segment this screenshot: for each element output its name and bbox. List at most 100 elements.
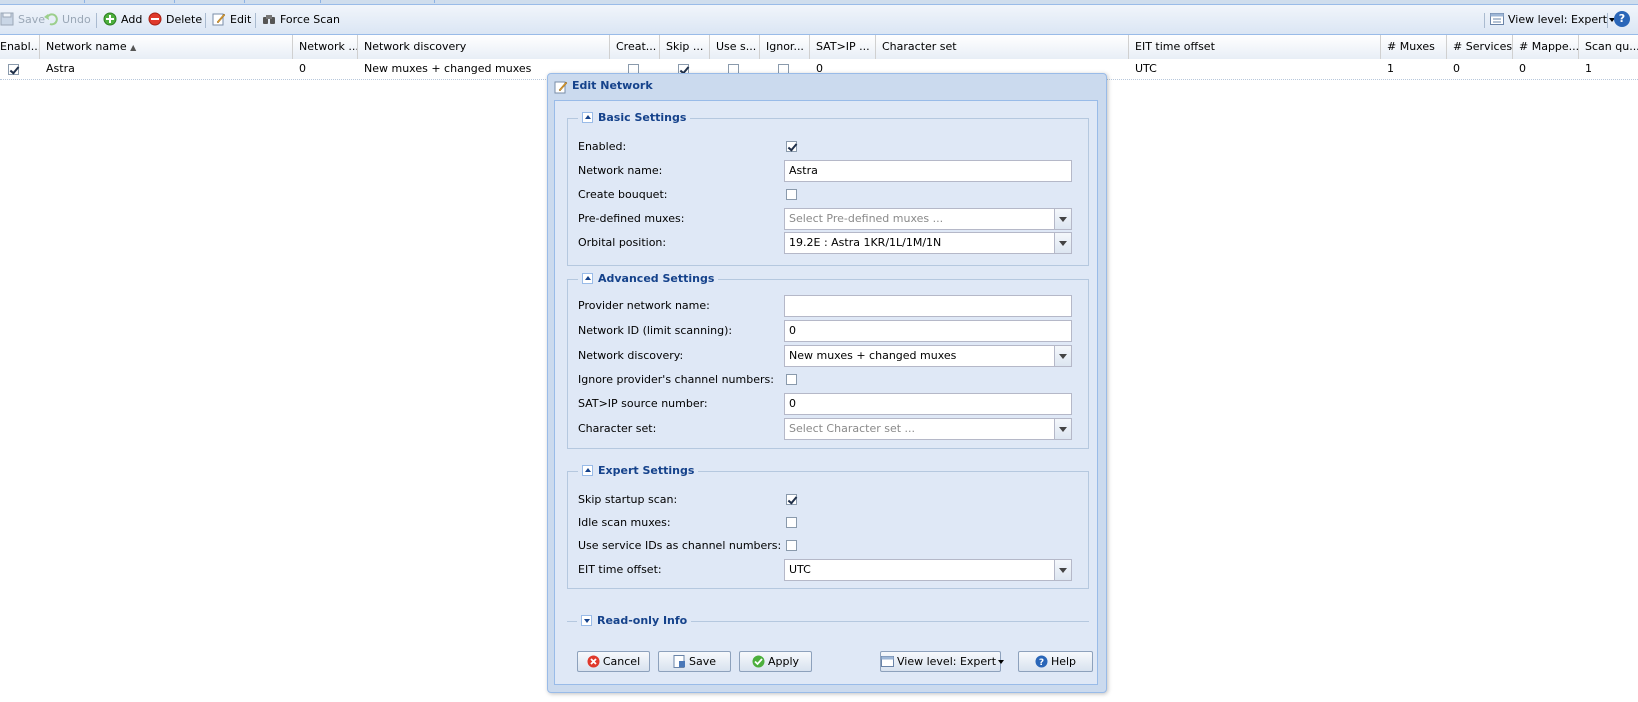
tab[interactable] <box>174 0 245 3</box>
help-icon: ? <box>1035 655 1048 668</box>
undo-button[interactable]: Undo <box>44 12 91 28</box>
chevron-down-icon[interactable] <box>1054 560 1071 580</box>
edit-button[interactable]: Edit <box>212 12 251 28</box>
column-header-ignore[interactable]: Ignor... <box>760 35 810 59</box>
column-header-scan-queue[interactable]: Scan qu... <box>1579 35 1638 59</box>
use-service-ids-row: Use service IDs as channel numbers: <box>578 535 1078 557</box>
network-id-field[interactable]: 0 <box>784 320 1072 342</box>
ignore-channel-numbers-checkbox[interactable] <box>786 374 797 385</box>
dialog-body: Basic Settings Enabled: Network name: As… <box>554 100 1098 685</box>
column-header-network-name[interactable]: Network name ▲ <box>40 35 293 59</box>
save-icon <box>0 12 14 26</box>
network-id-label: Network ID (limit scanning): <box>578 324 733 337</box>
tab[interactable] <box>0 0 85 3</box>
chevron-down-icon[interactable] <box>1054 233 1071 253</box>
column-header-mapped[interactable]: # Mappe... <box>1513 35 1579 59</box>
dialog-title: Edit Network <box>572 79 653 92</box>
sort-ascending-icon: ▲ <box>130 43 137 52</box>
orbital-position-label: Orbital position: <box>578 236 667 249</box>
collapse-icon[interactable] <box>582 272 593 284</box>
advanced-settings-legend[interactable]: Advanced Settings <box>578 271 719 287</box>
skip-startup-scan-row: Skip startup scan: <box>578 489 1078 511</box>
dialog-title-bar[interactable]: Edit Network <box>548 74 1106 98</box>
cancel-button[interactable]: Cancel <box>577 651 650 672</box>
row-services: 0 <box>1453 62 1460 75</box>
eit-time-offset-row: EIT time offset: UTC <box>578 559 1078 581</box>
column-header-create-bouquet[interactable]: Creat... <box>610 35 660 59</box>
predefined-muxes-select[interactable]: Select Pre-defined muxes ... <box>784 208 1072 230</box>
row-enabled-checkbox[interactable] <box>8 59 28 79</box>
column-header-eit-offset[interactable]: EIT time offset <box>1129 35 1381 59</box>
skip-startup-scan-label: Skip startup scan: <box>578 493 678 506</box>
use-service-ids-checkbox[interactable] <box>786 540 797 551</box>
toolbar-separator <box>1484 13 1485 28</box>
tab[interactable] <box>320 0 435 3</box>
view-level-button[interactable]: View level: Expert <box>880 651 1005 672</box>
column-header-satip[interactable]: SAT>IP ... <box>810 35 876 59</box>
save-button[interactable]: Save <box>658 651 731 672</box>
collapse-icon[interactable] <box>582 111 593 123</box>
column-header-skip-startup[interactable]: Skip ... <box>660 35 710 59</box>
grid-header: Enabl... Network name ▲ Network ... Netw… <box>0 35 1638 60</box>
expand-icon[interactable] <box>581 614 592 626</box>
row-mapped: 0 <box>1519 62 1526 75</box>
character-set-select[interactable]: Select Character set ... <box>784 418 1072 440</box>
view-level-button[interactable]: View level: Expert <box>1490 12 1616 28</box>
row-scan-queue: 1 <box>1585 62 1592 75</box>
column-header-enabled[interactable]: Enabl... <box>0 35 40 59</box>
skip-startup-scan-checkbox[interactable] <box>786 494 797 505</box>
chevron-down-icon[interactable] <box>1054 209 1071 229</box>
toolbar-separator <box>96 13 97 28</box>
column-header-character-set[interactable]: Character set <box>876 35 1129 59</box>
delete-button[interactable]: Delete <box>148 12 202 28</box>
help-button[interactable]: ? <box>1614 11 1630 27</box>
apply-button[interactable]: Apply <box>739 651 812 672</box>
help-icon: ? <box>1614 11 1630 27</box>
character-set-row: Character set: Select Character set ... <box>578 418 1078 440</box>
column-header-services[interactable]: # Services <box>1447 35 1513 59</box>
add-button[interactable]: Add <box>103 12 142 28</box>
help-button[interactable]: ? Help <box>1018 651 1093 672</box>
tab[interactable] <box>84 0 175 3</box>
provider-network-name-field[interactable] <box>784 295 1072 317</box>
force-scan-button[interactable]: Force Scan <box>262 12 340 28</box>
column-header-use-sid[interactable]: Use s... <box>710 35 760 59</box>
tab[interactable] <box>244 0 321 3</box>
chevron-down-icon[interactable] <box>1054 419 1071 439</box>
network-name-row: Network name: Astra <box>578 160 1078 182</box>
network-discovery-row: Network discovery: New muxes + changed m… <box>578 345 1078 367</box>
add-icon <box>103 12 117 26</box>
row-muxes: 1 <box>1387 62 1394 75</box>
satip-source-field[interactable]: 0 <box>784 393 1072 415</box>
satip-source-row: SAT>IP source number: 0 <box>578 393 1078 415</box>
grid-toolbar: Save Undo Add Delete Edit Force Scan Vie… <box>0 5 1638 35</box>
collapse-icon[interactable] <box>582 464 593 476</box>
predefined-muxes-row: Pre-defined muxes: Select Pre-defined mu… <box>578 208 1078 230</box>
idle-scan-muxes-label: Idle scan muxes: <box>578 516 671 529</box>
chevron-down-icon[interactable] <box>1054 346 1071 366</box>
readonly-info-fieldset: Read-only Info <box>567 613 1089 629</box>
checkbox[interactable] <box>8 63 19 75</box>
idle-scan-muxes-checkbox[interactable] <box>786 517 797 528</box>
expert-settings-fieldset: Expert Settings Skip startup scan: Idle … <box>567 463 1089 589</box>
expert-settings-legend[interactable]: Expert Settings <box>578 463 699 479</box>
network-discovery-select[interactable]: New muxes + changed muxes <box>784 345 1072 367</box>
column-header-network-discovery[interactable]: Network discovery <box>358 35 610 59</box>
basic-settings-fieldset: Basic Settings Enabled: Network name: As… <box>567 110 1089 266</box>
view-level-icon <box>881 655 894 668</box>
check-icon <box>752 655 765 668</box>
ignore-channel-numbers-row: Ignore provider's channel numbers: <box>578 369 1078 391</box>
orbital-position-select[interactable]: 19.2E : Astra 1KR/1L/1M/1N <box>784 232 1072 254</box>
enabled-checkbox[interactable] <box>786 141 797 152</box>
network-name-field[interactable]: Astra <box>784 160 1072 182</box>
column-header-muxes[interactable]: # Muxes <box>1381 35 1447 59</box>
column-header-network-id[interactable]: Network ... <box>293 35 358 59</box>
eit-time-offset-select[interactable]: UTC <box>784 559 1072 581</box>
save-button[interactable]: Save <box>0 12 45 28</box>
enabled-row: Enabled: <box>578 136 1078 158</box>
basic-settings-legend[interactable]: Basic Settings <box>578 110 691 126</box>
readonly-info-legend[interactable]: Read-only Info <box>577 613 692 629</box>
idle-scan-muxes-row: Idle scan muxes: <box>578 512 1078 534</box>
create-bouquet-checkbox[interactable] <box>786 189 797 200</box>
use-service-ids-label: Use service IDs as channel numbers: <box>578 539 782 552</box>
